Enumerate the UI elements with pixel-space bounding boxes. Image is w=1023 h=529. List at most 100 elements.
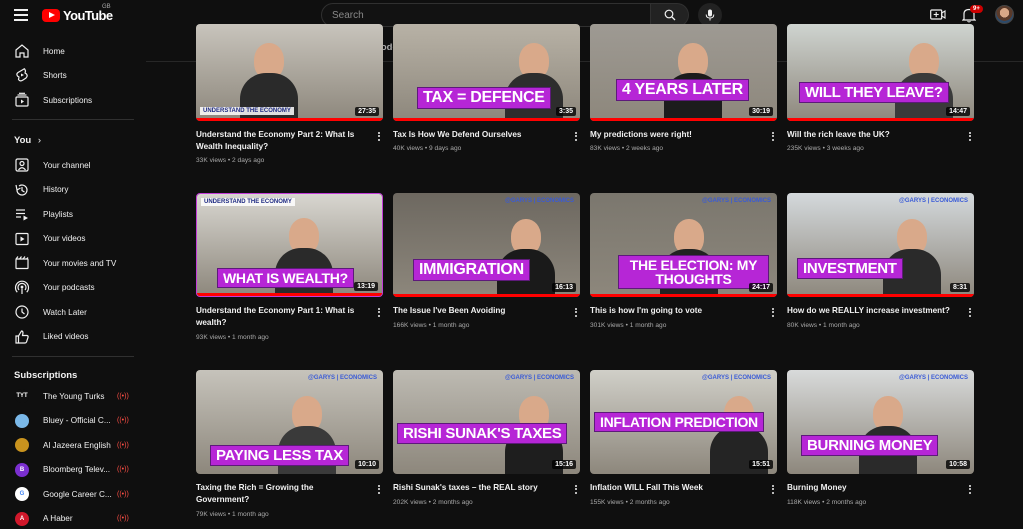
video-title[interactable]: Taxing the Rich = Growing the Government… <box>196 482 366 506</box>
video-title[interactable]: Will the rich leave the UK? <box>787 129 957 141</box>
video-card[interactable]: TAX = DEFENCE 3:35 Tax Is How We Defend … <box>393 24 580 187</box>
video-thumbnail[interactable]: UNDERSTAND THE ECONOMY 27:35 <box>196 24 383 121</box>
video-card[interactable]: @GARYS | ECONOMICS PAYING LESS TAX 10:10… <box>196 370 383 518</box>
upload-age: 2 weeks ago <box>626 145 664 152</box>
video-duration: 16:13 <box>552 283 576 292</box>
watched-progress-bar <box>196 118 383 121</box>
video-meta: 166K views • 1 month ago <box>393 322 470 329</box>
video-duration: 27:35 <box>355 107 379 116</box>
thumbnail-overlay-text: TAX = DEFENCE <box>417 87 551 109</box>
video-thumbnail[interactable]: @GARYS | ECONOMICS RISHI SUNAK'S TAXES 1… <box>393 370 580 474</box>
presenter-figure <box>505 43 563 121</box>
video-title[interactable]: Rishi Sunak's taxes – the REAL story <box>393 482 563 494</box>
video-duration: 10:10 <box>355 460 379 469</box>
thumbnail-brand: @GARYS | ECONOMICS <box>899 198 968 204</box>
video-title[interactable]: Inflation WILL Fall This Week <box>590 482 760 494</box>
video-meta: 40K views • 9 days ago <box>393 145 462 152</box>
more-actions-icon[interactable] <box>375 129 383 143</box>
video-title[interactable]: Understand the Economy Part 2: What Is W… <box>196 129 366 153</box>
thumbnail-brand: @GARYS | ECONOMICS <box>702 375 771 381</box>
video-thumbnail[interactable]: @GARYS | ECONOMICS THE ELECTION: MY THOU… <box>590 193 777 297</box>
thumbnail-overlay-text: BURNING MONEY <box>801 435 939 456</box>
video-duration: 15:16 <box>552 460 576 469</box>
view-count: 301K views <box>590 322 624 329</box>
presenter-figure <box>497 219 555 297</box>
video-title[interactable]: Tax Is How We Defend Ourselves <box>393 129 563 141</box>
view-count: 118K views <box>787 499 821 506</box>
view-count: 235K views <box>787 145 821 152</box>
upload-age: 1 month ago <box>232 511 269 518</box>
video-title[interactable]: Understand the Economy Part 1: What is w… <box>196 305 366 329</box>
thumbnail-brand: UNDERSTAND THE ECONOMY <box>200 107 294 115</box>
video-thumbnail[interactable]: 4 YEARS LATER 30:19 <box>590 24 777 121</box>
view-count: 202K views <box>393 499 427 506</box>
video-title[interactable]: The Issue I've Been Avoiding <box>393 305 563 317</box>
video-meta: 83K views • 2 weeks ago <box>590 145 664 152</box>
view-count: 155K views <box>590 499 624 506</box>
video-thumbnail[interactable]: @GARYS | ECONOMICS BURNING MONEY 10:58 <box>787 370 974 474</box>
video-grid: UNDERSTAND THE ECONOMY 27:35 Understand … <box>0 0 1023 529</box>
thumbnail-overlay-text: THE ELECTION: MY THOUGHTS <box>618 255 769 289</box>
video-card[interactable]: WILL THEY LEAVE? 14:47 Will the rich lea… <box>787 24 974 187</box>
video-meta: 118K views • 2 months ago <box>787 499 867 506</box>
upload-age: 1 month ago <box>823 322 860 329</box>
video-meta: 301K views • 1 month ago <box>590 322 667 329</box>
thumbnail-brand: @GARYS | ECONOMICS <box>505 375 574 381</box>
video-card[interactable]: @GARYS | ECONOMICS INFLATION PREDICTION … <box>590 370 777 510</box>
video-duration: 15:51 <box>749 460 773 469</box>
video-thumbnail[interactable]: @GARYS | ECONOMICS IMMIGRATION 16:13 <box>393 193 580 297</box>
more-actions-icon[interactable] <box>769 129 777 143</box>
thumbnail-overlay-text: WILL THEY LEAVE? <box>799 82 949 103</box>
upload-age: 1 month ago <box>432 322 470 329</box>
video-title[interactable]: This is how I'm going to vote <box>590 305 760 317</box>
watched-progress-bar <box>590 294 777 297</box>
video-duration: 13:19 <box>354 282 378 291</box>
view-count: 40K views <box>393 145 424 152</box>
more-actions-icon[interactable] <box>966 305 974 319</box>
view-count: 80K views <box>787 322 818 329</box>
more-actions-icon[interactable] <box>375 482 383 496</box>
video-duration: 10:58 <box>946 460 970 469</box>
thumbnail-background <box>787 193 974 297</box>
video-thumbnail[interactable]: WILL THEY LEAVE? 14:47 <box>787 24 974 121</box>
video-card[interactable]: @GARYS | ECONOMICS INVESTMENT 8:31 How d… <box>787 193 974 333</box>
thumbnail-brand: @GARYS | ECONOMICS <box>308 375 377 381</box>
video-meta: 33K views • 2 days ago <box>196 157 265 164</box>
video-card[interactable]: UNDERSTAND THE ECONOMY WHAT IS WEALTH? 1… <box>196 193 383 341</box>
upload-age: 2 days ago <box>232 157 265 164</box>
video-title[interactable]: How do we REALLY increase investment? <box>787 305 957 317</box>
video-duration: 3:35 <box>555 107 576 116</box>
thumbnail-overlay-text: WHAT IS WEALTH? <box>217 268 354 288</box>
video-title[interactable]: Burning Money <box>787 482 957 494</box>
video-card[interactable]: 4 YEARS LATER 30:19 My predictions were … <box>590 24 777 187</box>
video-title[interactable]: My predictions were right! <box>590 129 760 141</box>
more-actions-icon[interactable] <box>769 482 777 496</box>
video-card[interactable]: @GARYS | ECONOMICS RISHI SUNAK'S TAXES 1… <box>393 370 580 510</box>
video-meta: 80K views • 1 month ago <box>787 322 860 329</box>
video-meta: 93K views • 1 month ago <box>196 334 269 341</box>
video-thumbnail[interactable]: @GARYS | ECONOMICS INVESTMENT 8:31 <box>787 193 974 297</box>
thumbnail-overlay-text: RISHI SUNAK'S TAXES <box>397 423 568 444</box>
more-actions-icon[interactable] <box>572 129 580 143</box>
thumbnail-brand: @GARYS | ECONOMICS <box>702 198 771 204</box>
upload-age: 2 months ago <box>826 499 867 506</box>
more-actions-icon[interactable] <box>966 482 974 496</box>
view-count: 166K views <box>393 322 427 329</box>
video-card[interactable]: @GARYS | ECONOMICS IMMIGRATION 16:13 The… <box>393 193 580 333</box>
more-actions-icon[interactable] <box>966 129 974 143</box>
thumbnail-brand: @GARYS | ECONOMICS <box>899 375 968 381</box>
more-actions-icon[interactable] <box>769 305 777 319</box>
video-thumbnail[interactable]: UNDERSTAND THE ECONOMY WHAT IS WEALTH? 1… <box>196 193 383 297</box>
view-count: 33K views <box>196 157 227 164</box>
thumbnail-brand: @GARYS | ECONOMICS <box>505 198 574 204</box>
video-thumbnail[interactable]: TAX = DEFENCE 3:35 <box>393 24 580 121</box>
video-card[interactable]: UNDERSTAND THE ECONOMY 27:35 Understand … <box>196 24 383 187</box>
video-thumbnail[interactable]: @GARYS | ECONOMICS PAYING LESS TAX 10:10 <box>196 370 383 474</box>
more-actions-icon[interactable] <box>572 305 580 319</box>
more-actions-icon[interactable] <box>375 305 383 319</box>
video-thumbnail[interactable]: @GARYS | ECONOMICS INFLATION PREDICTION … <box>590 370 777 474</box>
more-actions-icon[interactable] <box>572 482 580 496</box>
video-card[interactable]: @GARYS | ECONOMICS BURNING MONEY 10:58 B… <box>787 370 974 510</box>
video-card[interactable]: @GARYS | ECONOMICS THE ELECTION: MY THOU… <box>590 193 777 333</box>
thumbnail-overlay-text: IMMIGRATION <box>413 259 530 281</box>
